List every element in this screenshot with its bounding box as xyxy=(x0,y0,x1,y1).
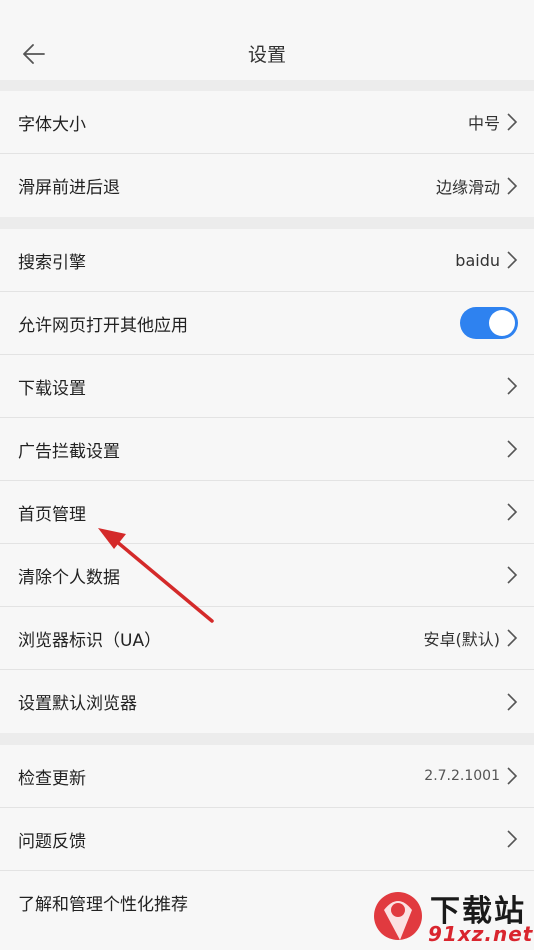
row-value: 安卓(默认) xyxy=(423,630,501,649)
watermark-logo: 下载站 91xz.net xyxy=(370,886,534,948)
settings-row-ad-block[interactable]: 广告拦截设置 xyxy=(0,418,534,481)
settings-row-homepage[interactable]: 首页管理 xyxy=(0,481,534,544)
chevron-right-icon xyxy=(507,176,518,195)
page-title: 设置 xyxy=(247,44,286,66)
row-label: 问题反馈 xyxy=(18,831,86,852)
settings-row-user-agent[interactable]: 浏览器标识（UA） 安卓(默认) xyxy=(0,607,534,670)
settings-row-swipe-navigation[interactable]: 滑屏前进后退 边缘滑动 xyxy=(0,154,534,217)
chevron-right-icon xyxy=(507,566,518,584)
row-value: 中号 xyxy=(467,114,500,133)
chevron-right-icon xyxy=(507,377,518,395)
row-label: 首页管理 xyxy=(18,504,86,525)
settings-group-display: 字体大小 中号 滑屏前进后退 边缘滑动 xyxy=(0,91,534,217)
row-value: 2.7.2.1001 xyxy=(424,768,500,784)
header: 设置 xyxy=(0,0,534,80)
row-value: baidu xyxy=(455,250,500,270)
row-label: 广告拦截设置 xyxy=(18,441,120,462)
row-label: 设置默认浏览器 xyxy=(18,694,137,714)
settings-row-feedback[interactable]: 问题反馈 xyxy=(0,808,534,871)
section-divider xyxy=(0,733,534,745)
row-label: 清除个人数据 xyxy=(18,567,120,588)
allow-open-apps-toggle[interactable] xyxy=(460,307,518,339)
settings-row-allow-open-apps: 允许网页打开其他应用 xyxy=(0,292,534,355)
chevron-right-icon xyxy=(507,767,518,785)
row-label: 字体大小 xyxy=(18,114,86,135)
chevron-right-icon xyxy=(507,629,518,647)
section-divider xyxy=(0,217,534,229)
chevron-right-icon xyxy=(507,113,518,131)
row-label: 浏览器标识（UA） xyxy=(18,630,162,651)
watermark-emblem-icon xyxy=(374,892,422,940)
chevron-right-icon xyxy=(507,251,518,269)
row-value: 边缘滑动 xyxy=(435,177,500,197)
section-divider xyxy=(0,80,534,91)
toggle-knob xyxy=(489,310,515,336)
watermark-text-bottom: 91xz.net xyxy=(428,922,534,946)
settings-row-clear-data[interactable]: 清除个人数据 xyxy=(0,544,534,607)
row-label: 检查更新 xyxy=(18,768,86,789)
row-label: 滑屏前进后退 xyxy=(18,178,120,198)
settings-row-download[interactable]: 下载设置 xyxy=(0,355,534,418)
row-label: 搜索引擎 xyxy=(18,252,86,273)
settings-row-default-browser[interactable]: 设置默认浏览器 xyxy=(0,670,534,733)
chevron-right-icon xyxy=(507,503,518,521)
settings-group-browser: 搜索引擎 baidu 允许网页打开其他应用 下载设置 广告拦截设置 首页管理 清… xyxy=(0,229,534,733)
chevron-right-icon xyxy=(507,692,518,711)
settings-row-search-engine[interactable]: 搜索引擎 baidu xyxy=(0,229,534,292)
settings-row-check-update[interactable]: 检查更新 2.7.2.1001 xyxy=(0,745,534,808)
row-label: 允许网页打开其他应用 xyxy=(18,315,188,336)
chevron-right-icon xyxy=(507,830,518,848)
settings-row-font-size[interactable]: 字体大小 中号 xyxy=(0,91,534,154)
row-label: 下载设置 xyxy=(18,378,86,399)
chevron-right-icon xyxy=(507,440,518,458)
